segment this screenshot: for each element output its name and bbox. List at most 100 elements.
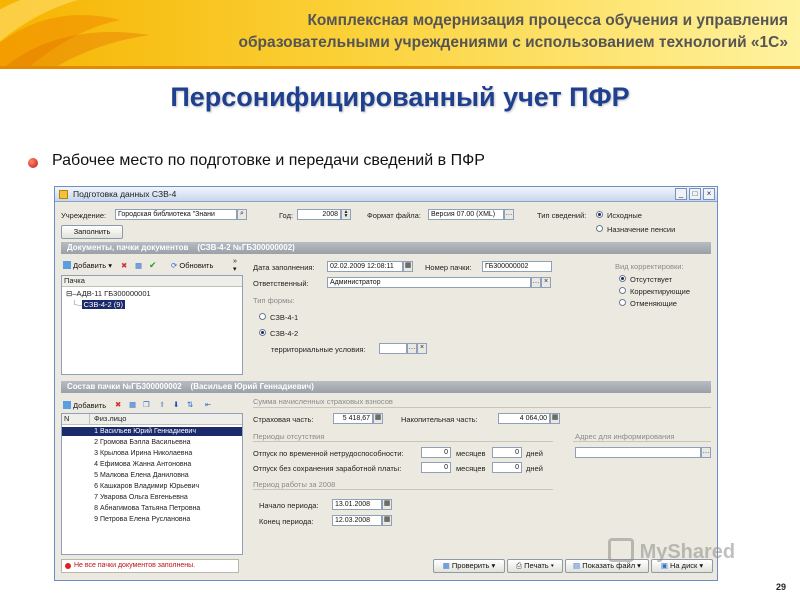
address-field[interactable]	[575, 447, 701, 458]
insurance-calc-icon[interactable]: ▦	[373, 413, 383, 424]
period-end-calendar-icon[interactable]: ▦	[382, 515, 392, 526]
year-field[interactable]: 2008	[297, 209, 341, 220]
collapse-icon[interactable]: ⊟–	[66, 289, 76, 298]
file-icon: ▤	[573, 561, 581, 570]
funded-field[interactable]: 4 064,00	[498, 413, 550, 424]
row-person-name: Абнагимова Татьяна Петровна	[100, 505, 201, 512]
tree-column-header: Пачка	[62, 276, 242, 287]
persons-table[interactable]: N Физ.лицо 1 Васильев Юрий Геннадиевич 2 Гро…	[61, 413, 243, 555]
institution-label: Учреждение:	[61, 211, 107, 220]
minimize-button[interactable]: _	[675, 188, 687, 200]
refresh-button[interactable]: ⟳ Обновить	[171, 261, 213, 270]
move-up-icon[interactable]: ⬆	[159, 400, 165, 409]
table-row[interactable]: 6 Кашкаров Владимир Юрьевич	[62, 482, 242, 491]
documents-section-detail: (СЗВ-4-2 №ГБ300000002)	[197, 243, 295, 252]
check-button[interactable]: ▦ Проверить ▾	[433, 559, 505, 573]
format-dropdown-icon[interactable]: …	[504, 209, 514, 220]
row-person-name: Малкова Елена Даниловна	[100, 472, 189, 479]
tree-item-szv4-2[interactable]: └– СЗВ-4-2 (9)	[72, 300, 125, 309]
row-person-name: Кашкаров Владимир Юрьевич	[100, 483, 200, 490]
period-start-calendar-icon[interactable]: ▦	[382, 499, 392, 510]
table-row[interactable]: 4 Ефимова Жанна Антоновна	[62, 460, 242, 469]
more-icon[interactable]: » ▾	[233, 258, 237, 273]
format-label: Формат файла:	[367, 211, 421, 220]
move-down-icon[interactable]: ⬇	[173, 400, 179, 409]
fill-date-calendar-icon[interactable]: ▦	[403, 261, 413, 272]
address-select-icon[interactable]: …	[701, 447, 711, 458]
edit-doc-icon[interactable]: ▦	[135, 261, 142, 270]
table-row[interactable]: 5 Малкова Елена Даниловна	[62, 471, 242, 480]
territorial-field[interactable]	[379, 343, 407, 354]
table-row[interactable]: 9 Петрова Елена Руслановна	[62, 515, 242, 524]
institution-field[interactable]: Городская библиотека "Знани	[115, 209, 237, 220]
sick-months-label: месяцев	[456, 449, 486, 458]
packs-tree[interactable]: Пачка ⊟–АДВ-11 ГБ300000001 └– СЗВ-4-2 (9)	[61, 275, 243, 375]
form-type-radio-szv4-2[interactable]	[259, 329, 266, 336]
year-spinner-icon[interactable]: ▲ ▼	[341, 209, 351, 220]
unpaid-months-field[interactable]: 0	[421, 462, 451, 473]
correction-radio-none[interactable]	[619, 275, 626, 282]
info-type-radio-pension[interactable]	[596, 225, 603, 232]
responsible-select-icon[interactable]: …	[531, 277, 541, 288]
copy-person-icon[interactable]: ❐	[143, 400, 150, 409]
period-start-field[interactable]: 13.01.2008	[332, 499, 382, 510]
tree-item-adv11[interactable]: ⊟–АДВ-11 ГБ300000001	[66, 289, 151, 298]
app-window: Подготовка данных СЗВ-4 _ □ × Учреждение…	[54, 186, 718, 581]
responsible-clear-icon[interactable]: ×	[541, 277, 551, 288]
table-row[interactable]: 7 Уварова Ольга Евгеньевна	[62, 493, 242, 502]
period-end-field[interactable]: 12.03.2008	[332, 515, 382, 526]
bullet-icon	[28, 158, 38, 168]
header-band: Комплексная модернизация процесса обучен…	[0, 0, 800, 66]
correction-radio-cancel[interactable]	[619, 299, 626, 306]
correction-radio-corrective[interactable]	[619, 287, 626, 294]
print-button[interactable]: ⎙ Печать ▾	[507, 559, 563, 573]
print-button-label: Печать	[524, 561, 549, 570]
sort-icon[interactable]: ⇅	[187, 400, 193, 409]
tree-branch-icon: └–	[72, 300, 82, 309]
responsible-field[interactable]: Администратор	[327, 277, 531, 288]
filter-icon[interactable]: ⇤	[205, 400, 211, 409]
pack-section-header: Состав пачки №ГБ300000002 (Васильев Юрий…	[61, 381, 711, 393]
territorial-clear-icon[interactable]: ×	[417, 343, 427, 354]
window-titlebar[interactable]: Подготовка данных СЗВ-4 _ □ ×	[55, 187, 717, 202]
row-number: 7	[94, 494, 98, 501]
table-row[interactable]: 3 Крылова Ирина Николаевна	[62, 449, 242, 458]
add-doc-label: Добавить	[73, 261, 107, 270]
work-period-divider	[253, 489, 553, 490]
close-button[interactable]: ×	[703, 188, 715, 200]
row-number: 8	[94, 505, 98, 512]
insurance-field[interactable]: 5 418,67	[333, 413, 373, 424]
sick-days-label: дней	[526, 449, 543, 458]
fill-button[interactable]: Заполнить	[61, 225, 123, 239]
add-icon	[63, 261, 71, 269]
edit-person-icon[interactable]: ▦	[129, 400, 136, 409]
check-button-label: Проверить	[451, 561, 490, 570]
add-person-button[interactable]: Добавить	[63, 401, 106, 410]
watermark: MyShared	[608, 538, 778, 568]
responsible-label: Ответственный:	[253, 279, 309, 288]
info-type-radio-source[interactable]	[596, 211, 603, 218]
decorative-swirl-icon	[0, 0, 150, 66]
pack-number-field[interactable]: ГБ300000002	[482, 261, 552, 272]
form-type-szv4-1-label: СЗВ-4-1	[270, 313, 299, 322]
form-type-radio-szv4-1[interactable]	[259, 313, 266, 320]
funded-calc-icon[interactable]: ▦	[550, 413, 560, 424]
table-row[interactable]: 2 Громова Бэлла Васильевна	[62, 438, 242, 447]
delete-person-icon[interactable]: ✖	[115, 400, 121, 409]
sick-days-field[interactable]: 0	[492, 447, 522, 458]
institution-search-icon[interactable]: ⌕	[237, 209, 247, 220]
delete-doc-icon[interactable]: ✖	[121, 261, 127, 270]
status-bar: Не все пачки документов заполнены.	[61, 559, 239, 573]
sick-months-field[interactable]: 0	[421, 447, 451, 458]
maximize-button[interactable]: □	[689, 188, 701, 200]
unpaid-days-field[interactable]: 0	[492, 462, 522, 473]
format-select[interactable]: Версия 07.00 (XML)	[428, 209, 504, 220]
add-doc-button[interactable]: Добавить ▾	[63, 261, 112, 270]
check-doc-icon[interactable]: ✔	[149, 260, 157, 271]
table-row[interactable]: 8 Абнагимова Татьяна Петровна	[62, 504, 242, 513]
fill-date-field[interactable]: 02.02.2009 12:08:11	[327, 261, 403, 272]
territorial-select-icon[interactable]: …	[407, 343, 417, 354]
row-number: 2	[94, 439, 98, 446]
table-row[interactable]: 1 Васильев Юрий Геннадиевич	[62, 427, 242, 436]
warning-icon	[65, 563, 71, 569]
